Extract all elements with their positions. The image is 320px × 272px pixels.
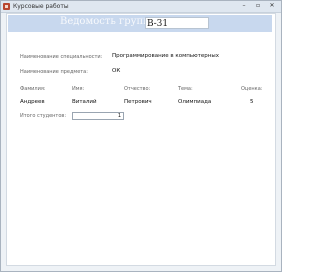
cell-topic[interactable]: Олимпиада — [178, 99, 211, 105]
students-total-field[interactable]: 1 — [72, 112, 124, 120]
specialty-value[interactable]: Программирование в компьютерных — [112, 53, 219, 59]
column-header-topic: Тема: — [178, 86, 193, 92]
window-title: Курсовые работы — [13, 3, 69, 10]
report-area — [6, 13, 276, 266]
cell-patronymic[interactable]: Петрович — [124, 99, 152, 105]
cell-lastname[interactable]: Андреев — [20, 99, 45, 105]
app-icon — [3, 3, 10, 10]
report-header: Ведомость группы В-31 — [8, 15, 272, 32]
maximize-button[interactable]: ▫ — [251, 1, 265, 11]
subject-value[interactable]: ОК — [112, 68, 120, 74]
group-field[interactable]: В-31 — [145, 17, 209, 29]
column-header-patronymic: Отчество: — [124, 86, 151, 92]
students-total-label: Итого студентов: — [20, 113, 67, 119]
cell-firstname[interactable]: Виталий — [72, 99, 97, 105]
cell-grade[interactable]: 5 — [250, 99, 254, 105]
title-bar[interactable]: Курсовые работы – ▫ ✕ — [1, 1, 281, 13]
column-header-lastname: Фамилия: — [20, 86, 46, 92]
column-header-grade: Оценка: — [241, 86, 263, 92]
subject-label: Наименование предмета: — [20, 69, 88, 75]
specialty-label: Наименование специальности: — [20, 54, 103, 60]
column-header-firstname: Имя: — [72, 86, 85, 92]
report-title: Ведомость группы — [60, 16, 158, 27]
minimize-button[interactable]: – — [237, 1, 251, 11]
close-button[interactable]: ✕ — [265, 1, 279, 11]
